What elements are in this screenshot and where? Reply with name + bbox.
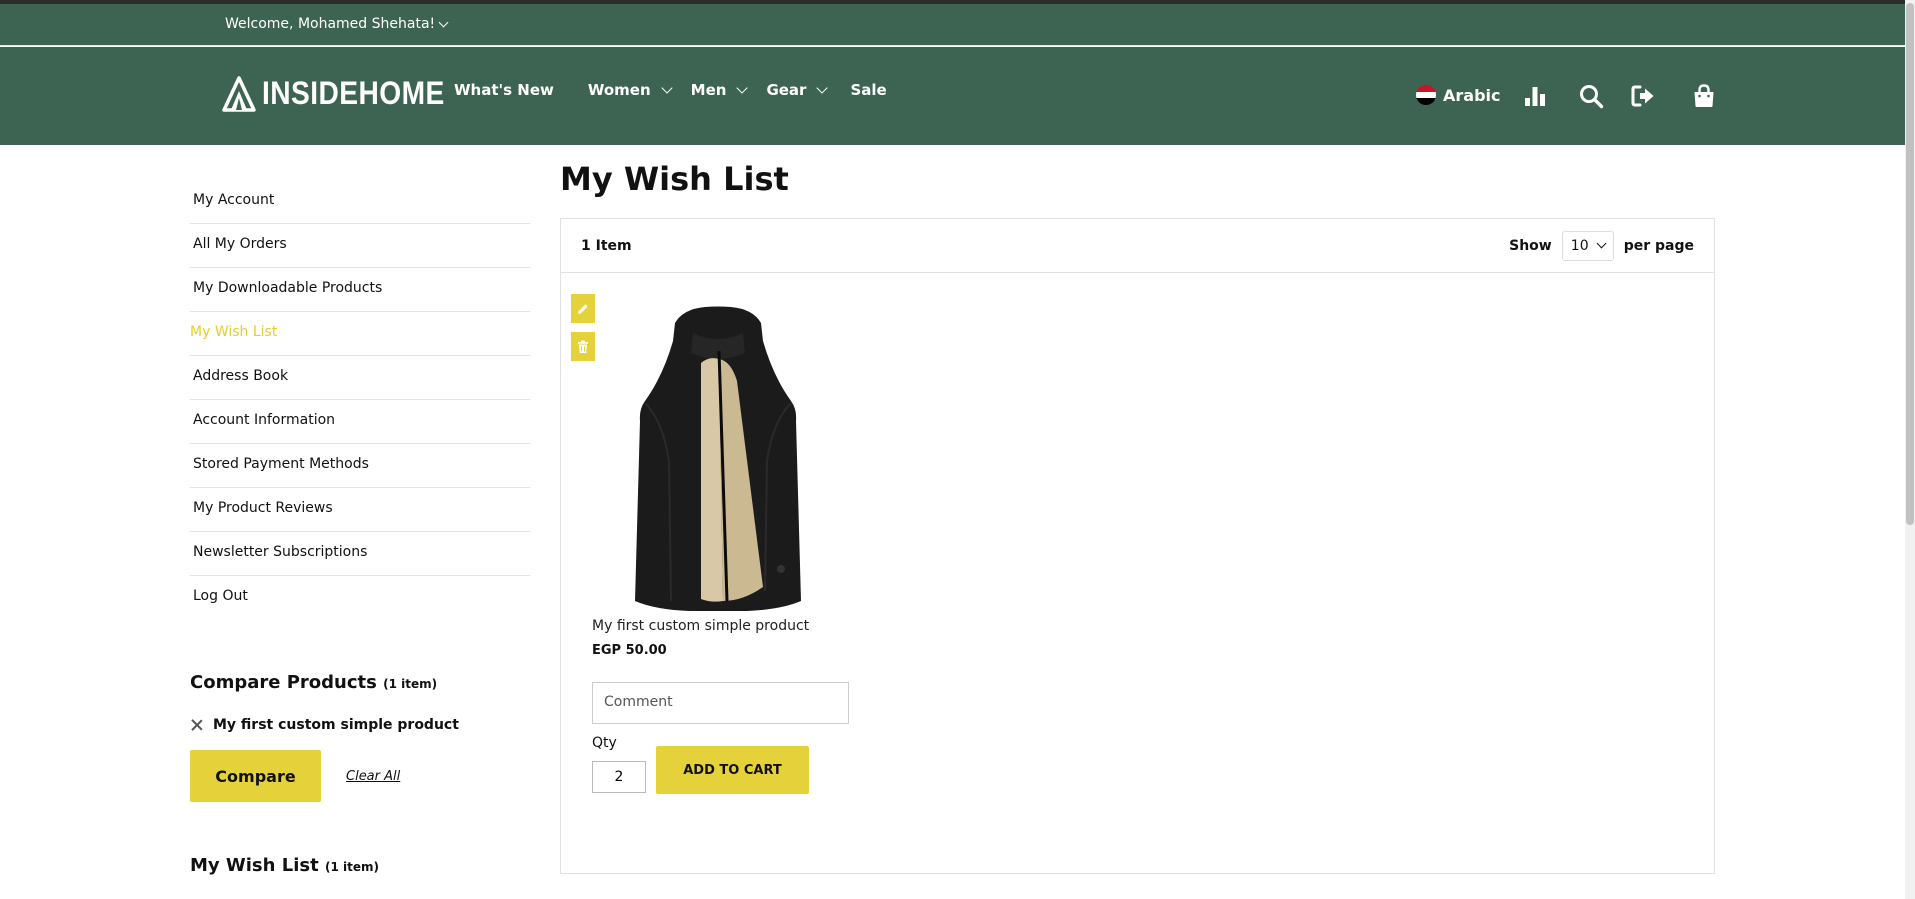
chevron-down-icon bbox=[736, 82, 749, 94]
show-label: Show bbox=[1509, 237, 1552, 254]
per-page-limiter: Show 10 per page bbox=[1509, 230, 1694, 261]
item-count: 1 Item bbox=[581, 237, 632, 254]
scrollbar[interactable] bbox=[1905, 0, 1915, 899]
chevron-down-icon bbox=[660, 82, 673, 94]
nav-label: Men bbox=[690, 81, 727, 99]
chevron-down-icon bbox=[1596, 238, 1607, 249]
compare-title-text: Compare Products bbox=[190, 672, 377, 693]
nav-whats-new[interactable]: What's New bbox=[454, 81, 554, 99]
remove-icon[interactable] bbox=[191, 719, 203, 731]
nav-label: Gear bbox=[766, 81, 807, 99]
nav-women[interactable]: Women bbox=[587, 81, 673, 99]
per-page-select[interactable]: 10 bbox=[1561, 230, 1614, 261]
edit-button[interactable] bbox=[571, 294, 595, 323]
wishlist-toolbar: 1 Item Show 10 per page bbox=[561, 219, 1714, 273]
language-switcher[interactable]: Arabic bbox=[1416, 85, 1501, 105]
nav-label: Sale bbox=[850, 81, 887, 99]
main-nav: What's New Women Men Gear Sale bbox=[454, 81, 887, 99]
welcome-menu[interactable]: Welcome, Mohamed Shehata! bbox=[225, 16, 449, 32]
clear-all-link[interactable]: Clear All bbox=[346, 769, 400, 784]
account-nav: My Account All My Orders My Downloadable… bbox=[190, 180, 530, 620]
product-price: EGP 50.00 bbox=[592, 643, 667, 658]
egypt-flag-icon bbox=[1416, 85, 1436, 105]
sidebar-item-account-information[interactable]: Account Information bbox=[190, 400, 530, 444]
sidebar-item-newsletter[interactable]: Newsletter Subscriptions bbox=[190, 532, 530, 576]
nav-label: Women bbox=[587, 81, 651, 99]
logo[interactable]: INSIDEHOME bbox=[222, 75, 470, 112]
wishlist-panel: 1 Item Show 10 per page My first custom … bbox=[560, 218, 1715, 874]
per-page-value: 10 bbox=[1570, 237, 1589, 254]
product-image[interactable] bbox=[613, 301, 823, 611]
comment-field[interactable] bbox=[592, 682, 849, 724]
compare-button[interactable]: Compare bbox=[190, 750, 321, 802]
sidebar-item-orders[interactable]: All My Orders bbox=[190, 224, 530, 268]
sidebar-item-payment-methods[interactable]: Stored Payment Methods bbox=[190, 444, 530, 488]
scrollbar-thumb[interactable] bbox=[1906, 3, 1914, 525]
nav-men[interactable]: Men bbox=[690, 81, 749, 99]
compare-count: (1 item) bbox=[383, 677, 438, 691]
nav-gear[interactable]: Gear bbox=[766, 81, 829, 99]
compare-item: My first custom simple product bbox=[190, 717, 530, 733]
search-icon[interactable] bbox=[1578, 83, 1604, 109]
page-title: My Wish List bbox=[560, 160, 789, 198]
top-bar: Welcome, Mohamed Shehata! bbox=[0, 0, 1905, 46]
logo-text: INSIDEHOME bbox=[262, 75, 445, 111]
compare-actions: Compare Clear All bbox=[190, 750, 530, 802]
compare-products-block: Compare Products (1 item) My first custo… bbox=[190, 672, 530, 802]
compare-title: Compare Products (1 item) bbox=[190, 672, 530, 693]
chevron-down-icon bbox=[438, 17, 449, 27]
welcome-text: Welcome, Mohamed Shehata! bbox=[225, 16, 436, 32]
wishlist-sidebar-block: My Wish List (1 item) bbox=[190, 855, 379, 876]
nav-label: What's New bbox=[454, 81, 554, 99]
delete-button[interactable] bbox=[571, 332, 595, 361]
sidebar-item-downloadable-products[interactable]: My Downloadable Products bbox=[190, 268, 530, 312]
per-page-suffix: per page bbox=[1623, 237, 1694, 254]
compare-icon[interactable] bbox=[1522, 83, 1548, 109]
qty-label: Qty bbox=[592, 735, 617, 751]
qty-input[interactable] bbox=[592, 761, 646, 793]
compare-item-name[interactable]: My first custom simple product bbox=[213, 717, 459, 733]
chevron-down-icon bbox=[816, 82, 829, 94]
wishlist-block-count: (1 item) bbox=[324, 860, 379, 874]
product-name-link[interactable]: My first custom simple product bbox=[592, 618, 809, 634]
sidebar-item-product-reviews[interactable]: My Product Reviews bbox=[190, 488, 530, 532]
account-sidebar: My Account All My Orders My Downloadable… bbox=[190, 180, 530, 620]
mountain-logo-icon bbox=[222, 75, 256, 112]
trash-icon bbox=[578, 340, 588, 353]
wishlist-block-title: My Wish List bbox=[190, 855, 319, 876]
cart-icon[interactable] bbox=[1691, 83, 1717, 109]
logout-icon[interactable] bbox=[1630, 83, 1656, 109]
sidebar-item-address-book[interactable]: Address Book bbox=[190, 356, 530, 400]
language-label: Arabic bbox=[1443, 85, 1501, 105]
sidebar-item-log-out[interactable]: Log Out bbox=[190, 576, 530, 620]
add-to-cart-button[interactable]: ADD TO CART bbox=[656, 746, 809, 794]
site-header: INSIDEHOME What's New Women Men Gear Sal… bbox=[0, 47, 1905, 145]
pencil-icon bbox=[578, 303, 588, 314]
sidebar-item-wish-list[interactable]: My Wish List bbox=[190, 312, 530, 356]
nav-sale[interactable]: Sale bbox=[850, 81, 886, 99]
sidebar-item-my-account[interactable]: My Account bbox=[190, 180, 530, 224]
